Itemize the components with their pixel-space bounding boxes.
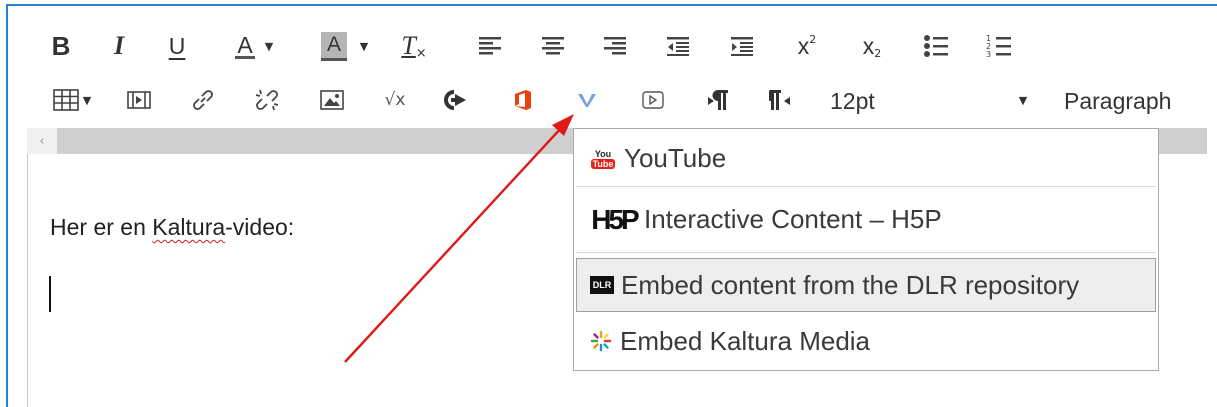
annotation-arrow	[344, 114, 574, 363]
